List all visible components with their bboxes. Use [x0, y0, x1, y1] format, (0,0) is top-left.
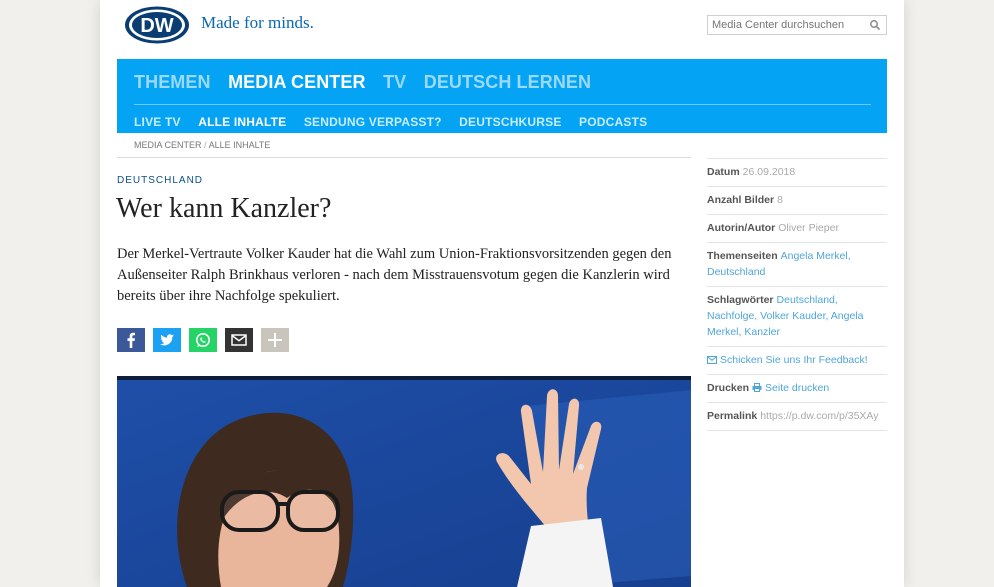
- info-topic-pages-label: Themenseiten: [707, 250, 778, 262]
- info-topic-pages: Themenseiten Angela Merkel, Deutschland: [707, 242, 887, 286]
- info-permalink-label: Permalink: [707, 410, 758, 422]
- main-navigation: THEMEN MEDIA CENTER TV DEUTSCH LERNEN LI…: [117, 59, 887, 133]
- info-print: Drucken Seite drucken: [707, 374, 887, 402]
- slogan: Made for minds.: [201, 13, 314, 32]
- keyword-link-kanzler[interactable]: Kanzler: [744, 326, 780, 338]
- topic-link-angela-merkel[interactable]: Angela Merkel: [781, 250, 848, 262]
- whatsapp-share-button[interactable]: [189, 328, 217, 352]
- logo-text: DW: [140, 15, 173, 37]
- subnav-live-tv[interactable]: LIVE TV: [134, 115, 181, 129]
- article-title: Wer kann Kanzler?: [116, 193, 332, 224]
- more-share-button[interactable]: [261, 328, 289, 352]
- content-divider: [117, 157, 691, 158]
- keyword-link-volker-kauder[interactable]: Volker Kauder: [760, 310, 825, 322]
- info-author: Autorin/Autor Oliver Pieper: [707, 214, 887, 242]
- facebook-icon: [117, 328, 145, 352]
- keyword-link-nachfolge[interactable]: Nachfolge: [707, 310, 754, 322]
- twitter-icon: [153, 328, 181, 352]
- nav-divider: [134, 104, 871, 105]
- envelope-icon: [707, 356, 717, 364]
- info-date-value: 26.09.2018: [742, 166, 796, 178]
- info-permalink: Permalink https://p.dw.com/p/35XAy: [707, 402, 887, 431]
- facebook-share-button[interactable]: [117, 328, 145, 352]
- search-icon[interactable]: [869, 19, 881, 31]
- twitter-share-button[interactable]: [153, 328, 181, 352]
- info-date: Datum 26.09.2018: [707, 158, 887, 186]
- info-date-label: Datum: [707, 166, 740, 178]
- keyword-link-deutschland[interactable]: Deutschland: [777, 294, 835, 306]
- email-icon: [225, 328, 253, 352]
- breadcrumb-media-center[interactable]: MEDIA CENTER: [134, 140, 202, 150]
- article-kicker[interactable]: DEUTSCHLAND: [117, 175, 203, 186]
- info-image-count-value: 8: [777, 194, 783, 206]
- article-hero-image[interactable]: [117, 376, 691, 587]
- info-print-label: Drucken: [707, 382, 750, 394]
- subnav-deutschkurse[interactable]: DEUTSCHKURSE: [459, 115, 561, 129]
- breadcrumb-alle-inhalte[interactable]: ALLE INHALTE: [209, 140, 271, 150]
- info-keywords-label: Schlagwörter: [707, 294, 774, 306]
- breadcrumb: MEDIA CENTER / ALLE INHALTE: [134, 140, 270, 150]
- nav-themen[interactable]: THEMEN: [134, 72, 211, 92]
- info-author-label: Autorin/Autor: [707, 222, 776, 234]
- subnav-podcasts[interactable]: PODCASTS: [579, 115, 647, 129]
- breadcrumb-separator: /: [204, 140, 207, 150]
- page: DW Made for minds. THEMEN MEDIA CENTER T…: [100, 0, 904, 587]
- info-author-value: Oliver Pieper: [778, 222, 839, 234]
- info-keywords: Schlagwörter Deutschland, Nachfolge, Volk…: [707, 286, 887, 346]
- subnav-alle-inhalte[interactable]: ALLE INHALTE: [198, 115, 286, 129]
- whatsapp-icon: [189, 328, 217, 352]
- email-share-button[interactable]: [225, 328, 253, 352]
- feedback-link[interactable]: Schicken Sie uns Ihr Feedback!: [720, 354, 868, 366]
- print-page-link[interactable]: Seite drucken: [765, 382, 829, 394]
- permalink-value[interactable]: https://p.dw.com/p/35XAy: [760, 410, 878, 422]
- info-image-count: Anzahl Bilder 8: [707, 186, 887, 214]
- printer-icon: [752, 383, 762, 392]
- nav-tv[interactable]: TV: [383, 72, 406, 92]
- subnav-sendung-verpasst[interactable]: SENDUNG VERPASST?: [304, 115, 442, 129]
- info-image-count-label: Anzahl Bilder: [707, 194, 775, 206]
- article-teaser: Der Merkel-Vertraute Volker Kauder hat d…: [117, 246, 672, 304]
- article-info-sidebar: Datum 26.09.2018 Anzahl Bilder 8 Autorin/A…: [707, 158, 887, 431]
- dw-logo[interactable]: DW: [124, 6, 190, 44]
- topic-link-deutschland[interactable]: Deutschland: [707, 266, 765, 278]
- nav-deutsch-lernen[interactable]: DEUTSCH LERNEN: [424, 72, 591, 92]
- feedback-row: Schicken Sie uns Ihr Feedback!: [707, 346, 887, 374]
- plus-icon: [261, 328, 289, 352]
- nav-media-center[interactable]: MEDIA CENTER: [228, 72, 366, 92]
- search-input[interactable]: [707, 15, 887, 35]
